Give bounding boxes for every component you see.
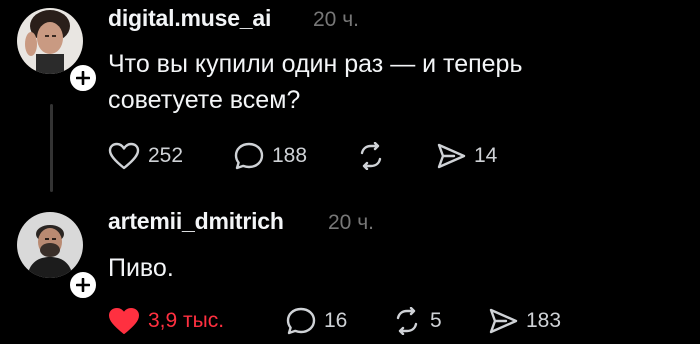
thread-connector-line xyxy=(50,104,53,192)
like-button[interactable]: 252 xyxy=(108,141,183,171)
repost-button[interactable] xyxy=(356,141,394,171)
share-count: 183 xyxy=(526,309,562,332)
share-button[interactable]: 183 xyxy=(488,306,561,336)
avatar-artemii-dmitrich[interactable] xyxy=(17,212,83,278)
heart-icon xyxy=(108,142,140,170)
comment-bubble-icon xyxy=(286,307,316,335)
post-text-line: советуете всем? xyxy=(108,86,301,114)
heart-filled-icon xyxy=(109,308,139,334)
reply-count: 188 xyxy=(272,144,308,167)
plus-icon xyxy=(76,71,90,85)
repost-icon xyxy=(360,142,382,170)
repost-button[interactable]: 5 xyxy=(392,306,442,336)
post-text: Пиво. xyxy=(108,250,628,286)
send-icon xyxy=(437,143,466,169)
share-button[interactable]: 14 xyxy=(436,141,497,171)
share-count: 14 xyxy=(474,144,498,167)
repost-icon xyxy=(396,307,418,335)
post-timestamp: 20 ч. xyxy=(328,211,374,234)
post-username[interactable]: artemii_dmitrich xyxy=(108,208,284,235)
post-username[interactable]: digital.muse_ai xyxy=(108,5,271,32)
plus-icon xyxy=(76,278,90,292)
follow-button[interactable] xyxy=(67,269,99,301)
like-count: 252 xyxy=(148,144,184,167)
post-text-line: Что вы купили один раз — и теперь xyxy=(108,50,523,78)
send-icon xyxy=(489,308,518,334)
thread-post-2: artemii_dmitrich 20 ч. Пиво. 3,9 тыс. 16… xyxy=(0,200,700,344)
like-button[interactable]: 3,9 тыс. xyxy=(108,306,224,336)
reply-count: 16 xyxy=(324,309,348,332)
repost-count: 5 xyxy=(430,309,442,332)
post-text: Что вы купили один раз — и теперь совету… xyxy=(108,46,628,118)
follow-button[interactable] xyxy=(67,62,99,94)
like-count: 3,9 тыс. xyxy=(148,309,225,332)
comment-bubble-icon xyxy=(234,142,264,170)
reply-button[interactable]: 188 xyxy=(234,141,307,171)
thread-post-1: digital.muse_ai 20 ч. Что вы купили один… xyxy=(0,0,700,200)
post-text-line: Пиво. xyxy=(108,254,174,282)
post-timestamp: 20 ч. xyxy=(313,8,359,31)
reply-button[interactable]: 16 xyxy=(286,306,347,336)
